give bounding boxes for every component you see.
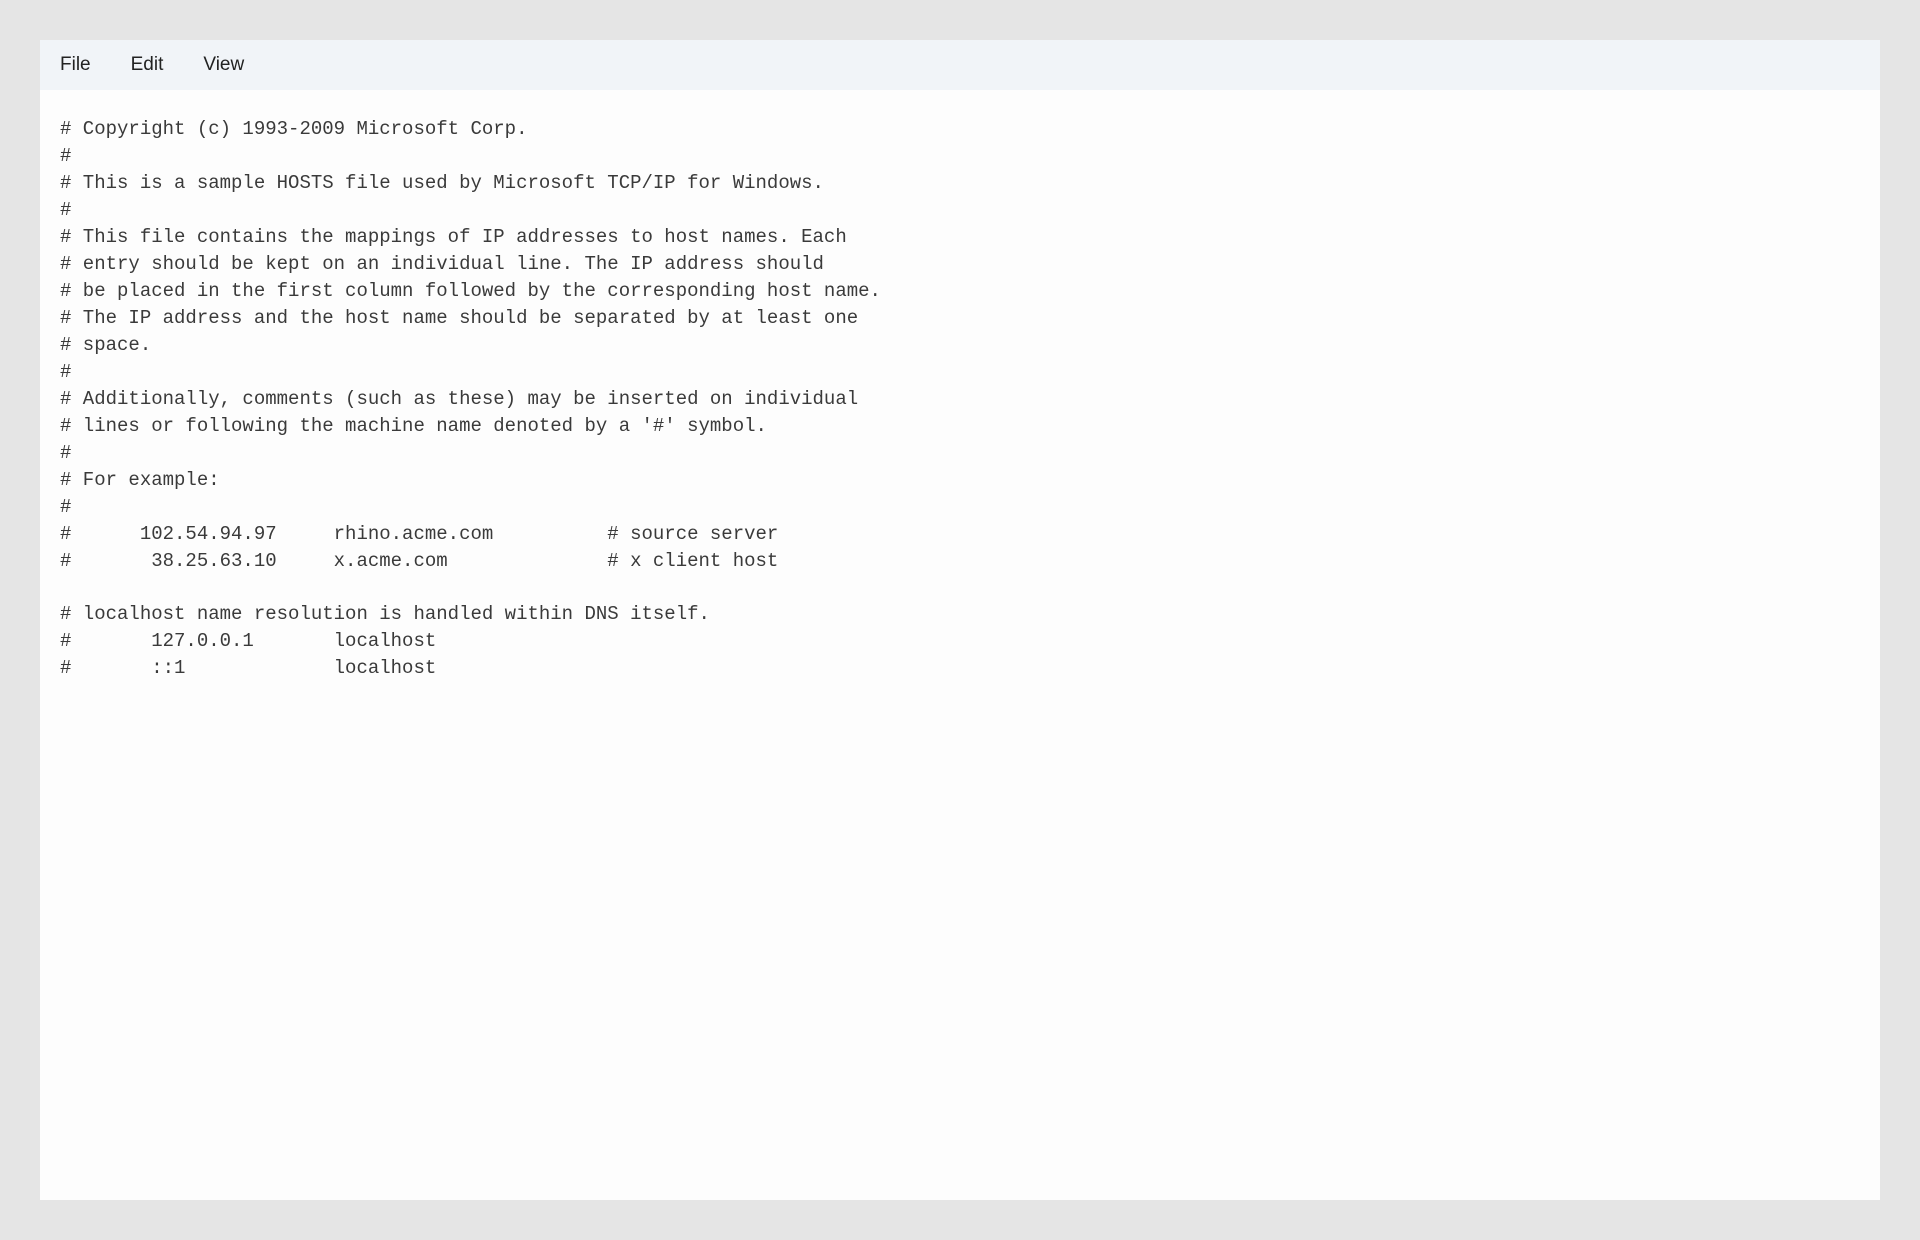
menu-file[interactable]: File (50, 48, 111, 82)
notepad-window: File Edit View # Copyright (c) 1993-2009… (40, 40, 1880, 1200)
menu-edit[interactable]: Edit (111, 48, 184, 82)
menu-bar: File Edit View (40, 40, 1880, 90)
menu-view[interactable]: View (183, 48, 264, 82)
text-editor-area[interactable]: # Copyright (c) 1993-2009 Microsoft Corp… (40, 90, 1880, 1200)
